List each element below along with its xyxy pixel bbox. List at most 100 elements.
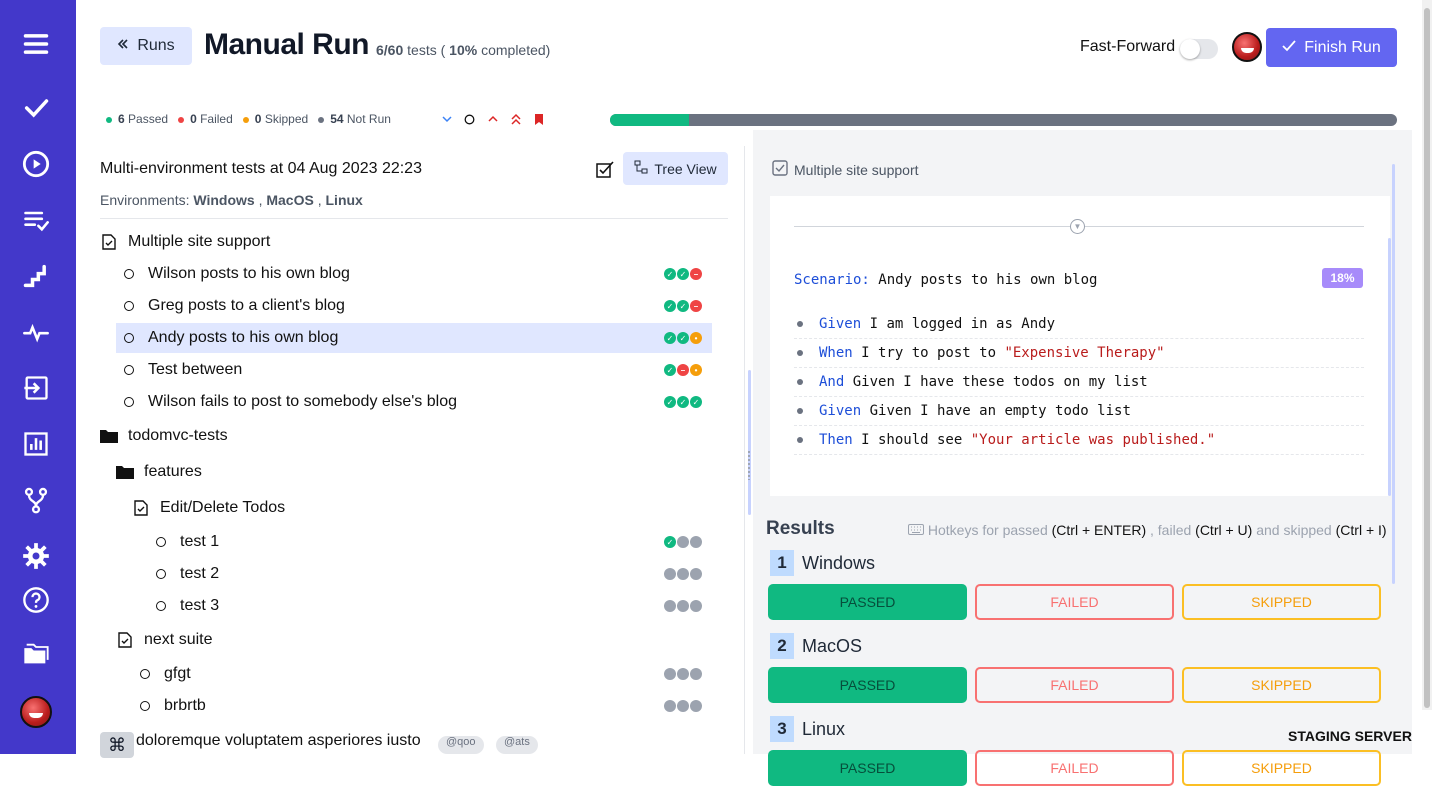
menu-icon[interactable] [20,28,52,60]
checklist-icon[interactable] [20,204,52,236]
priority-critical-icon[interactable] [509,112,522,126]
tree-scrollbar[interactable] [748,370,751,515]
test-circle-icon [120,397,138,407]
suite-label: Multiple site support [794,161,919,178]
tree-folder-row[interactable]: todomvc-tests [100,421,712,451]
tree-view-button[interactable]: Tree View [623,152,728,185]
step-keyword: When [819,345,853,361]
status-skip-icon: • [690,332,702,344]
sidebar [0,0,76,754]
tree-test-row[interactable]: test 3 [152,591,712,621]
tree-test-row[interactable]: Wilson fails to post to somebody else's … [120,387,712,417]
command-icon[interactable]: ⌘ [100,732,134,758]
tree-item-label[interactable]: doloremque voluptatem asperiores iusto [136,732,421,750]
check-icon[interactable] [20,92,52,124]
status-none-icon [690,600,702,612]
step-string: "Expensive Therapy" [1004,345,1165,361]
finish-run-button[interactable]: Finish Run [1266,28,1397,67]
tree-test-row[interactable]: Wilson posts to his own blog ✓ ✓ – [120,259,712,289]
failed-stat[interactable]: 0 Failed [178,112,233,126]
env-heading: 2 MacOS [770,633,1384,659]
priority-normal-icon[interactable] [463,112,476,126]
card-scrollbar[interactable] [1388,238,1391,496]
branch-icon[interactable] [20,484,52,516]
tree-item-label: next suite [144,631,213,648]
status-none-icon [664,668,676,680]
step-row: When I try to post to "Expensive Therapy… [794,339,1364,368]
skipped-stat[interactable]: 0 Skipped [242,112,308,126]
tree-suite-row[interactable]: Multiple site support [100,227,712,257]
keyboard-icon [908,522,924,538]
user-avatar[interactable] [20,696,52,728]
test-circle-icon [120,333,138,343]
skipped-button[interactable]: SKIPPED [1182,584,1381,620]
tree-suite-row[interactable]: Edit/Delete Todos [132,493,712,523]
env-buttons: PASSED FAILED SKIPPED [768,667,1384,703]
failed-button[interactable]: FAILED [975,584,1174,620]
step-text: I try to post to [852,345,1005,361]
tree-item-label: todomvc-tests [128,427,228,444]
detail-scrollbar[interactable] [1392,164,1395,584]
tree-item-label: Greg posts to a client's blog [148,297,345,314]
play-circle-icon[interactable] [20,148,52,180]
priority-low-icon[interactable] [440,112,453,126]
suite-file-icon [132,500,150,516]
tree-folder-row[interactable]: features [116,457,712,487]
test-tree: Multiple site support Wilson posts to his… [100,218,728,714]
tag-badge[interactable]: @ats [496,736,538,754]
failed-button[interactable]: FAILED [975,750,1174,786]
steps-icon[interactable] [20,260,52,292]
back-to-runs-button[interactable]: Runs [100,27,192,65]
expand-chevron-icon[interactable]: ▼ [1070,219,1085,234]
passed-button[interactable]: PASSED [768,667,967,703]
notrun-stat[interactable]: 54 Not Run [318,112,391,126]
bookmark-icon[interactable] [532,112,545,126]
suite-breadcrumb[interactable]: Multiple site support [772,160,919,179]
failed-button[interactable]: FAILED [975,667,1174,703]
skipped-button[interactable]: SKIPPED [1182,750,1381,786]
tree-test-row[interactable]: brbrtb [136,691,712,721]
tree-test-row[interactable]: Test between ✓ – • [120,355,712,385]
status-pass-icon: ✓ [677,268,689,280]
suite-file-icon [116,632,134,648]
fast-forward-toggle[interactable] [1180,39,1218,59]
env-status-dots: ✓ ✓ – [664,300,702,312]
page-scrollbar[interactable] [1422,0,1432,710]
skipped-button[interactable]: SKIPPED [1182,667,1381,703]
folders-icon[interactable] [20,638,52,670]
assignee-avatar[interactable] [1232,32,1262,62]
status-pass-icon: ✓ [664,364,676,376]
tree-test-row[interactable]: gfgt [136,659,712,689]
passed-button[interactable]: PASSED [768,750,967,786]
priority-filters [440,112,545,126]
resize-handle[interactable] [747,450,751,480]
test-circle-icon [136,701,154,711]
hotkeys-hint: Hotkeys for passed (Ctrl + ENTER) , fail… [908,522,1387,538]
status-pass-icon: ✓ [664,396,676,408]
tree-test-row[interactable]: test 2 [152,559,712,589]
tree-test-row[interactable]: test 1 ✓ [152,527,712,557]
env-status-dots [664,568,702,580]
bar-chart-icon[interactable] [20,428,52,460]
pulse-icon[interactable] [20,316,52,348]
tree-test-row[interactable]: Andy posts to his own blog ✓ ✓ • [116,323,712,353]
status-pass-icon: ✓ [677,300,689,312]
status-none-icon [677,668,689,680]
tree-test-row[interactable]: Greg posts to a client's blog ✓ ✓ – [120,291,712,321]
import-icon[interactable] [20,372,52,404]
priority-high-icon[interactable] [486,112,499,126]
test-circle-icon [152,601,170,611]
step-keyword: And [819,374,845,390]
passed-stat[interactable]: 6 Passed [106,112,168,126]
tree-suite-row[interactable]: next suite [116,625,712,655]
status-pass-icon: ✓ [664,268,676,280]
test-circle-icon [120,365,138,375]
gear-icon[interactable] [20,540,52,572]
help-icon[interactable] [20,584,52,616]
step-text: I should see [852,432,971,448]
tag-badge[interactable]: @qoo [438,736,484,754]
passed-button[interactable]: PASSED [768,584,967,620]
step-text: Given I have these todos on my list [844,374,1148,390]
bulk-select-icon[interactable] [596,160,615,183]
tree-item-label: test 2 [180,565,220,582]
